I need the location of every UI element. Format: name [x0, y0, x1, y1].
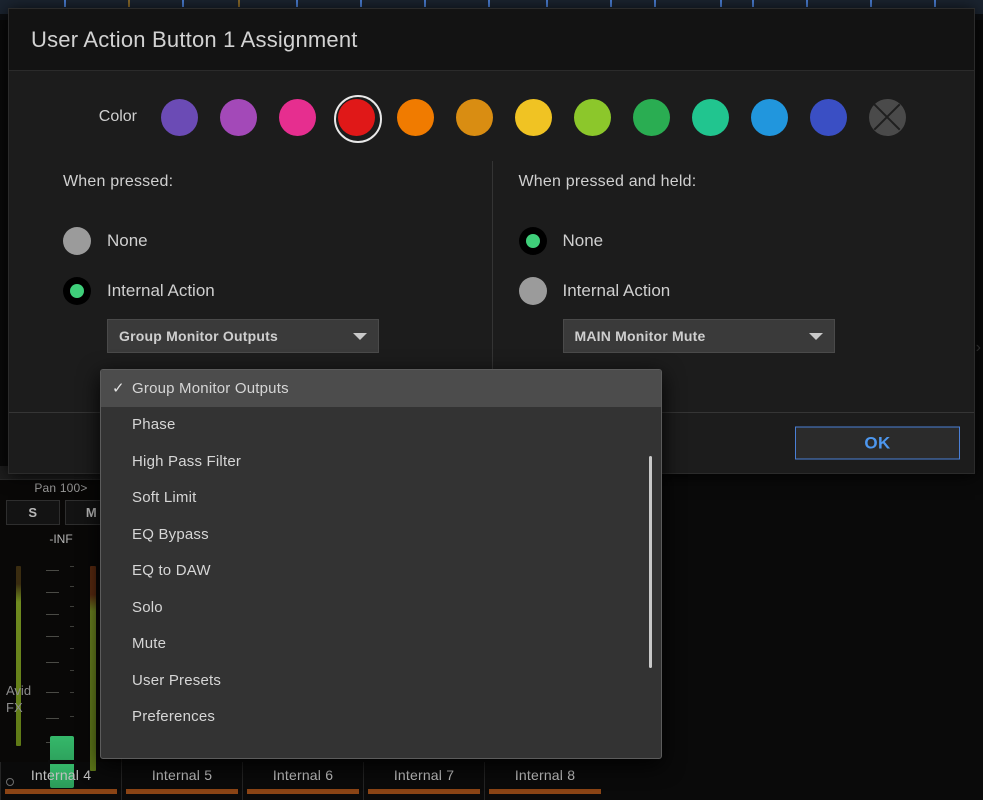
menu-item-eq-to-daw[interactable]: EQ to DAW	[101, 553, 661, 590]
menu-item-label: EQ Bypass	[132, 525, 209, 543]
menu-item-group-monitor-outputs[interactable]: ✓ Group Monitor Outputs	[101, 370, 661, 407]
when-pressed-option-none[interactable]: None	[63, 227, 492, 255]
color-swatch-yellow[interactable]	[511, 95, 555, 139]
color-label: Color	[98, 108, 137, 125]
channel-color-bar	[489, 789, 601, 794]
menu-item-label: Solo	[132, 598, 163, 616]
fader-scale-marks	[46, 566, 76, 756]
dialog-header: User Action Button 1 Assignment	[9, 9, 974, 71]
menu-item-label: EQ to DAW	[132, 562, 211, 580]
channel-meter-right	[90, 566, 96, 771]
channel-name-label: Internal 6	[272, 767, 334, 783]
channel-name-tab[interactable]: Internal 7	[363, 762, 483, 800]
menu-item-preferences[interactable]: Preferences	[101, 699, 661, 736]
menu-item-label: User Presets	[132, 671, 222, 689]
color-swatch-red[interactable]	[334, 95, 382, 143]
channel-name-tab[interactable]: Internal 6	[242, 762, 362, 800]
color-swatch-light-blue[interactable]	[747, 95, 791, 139]
menu-item-label: Phase	[132, 416, 176, 434]
menu-item-label: Preferences	[132, 708, 216, 726]
color-swatch-teal[interactable]	[688, 95, 732, 139]
channel-color-bar	[247, 789, 359, 794]
color-swatch-orange[interactable]	[393, 95, 437, 139]
when-pressed-option-internal-action[interactable]: Internal Action	[63, 277, 492, 305]
dialog-title: User Action Button 1 Assignment	[31, 26, 358, 52]
internal-action-dropdown-menu: ✓ Group Monitor Outputs Phase High Pass …	[100, 369, 662, 759]
radio-label: None	[562, 231, 604, 250]
menu-item-soft-limit[interactable]: Soft Limit	[101, 480, 661, 517]
menu-item-list: ✓ Group Monitor Outputs Phase High Pass …	[101, 370, 661, 753]
radio-indicator[interactable]	[518, 277, 547, 305]
color-swatch-violet[interactable]	[216, 95, 260, 139]
menu-item-user-presets[interactable]: User Presets	[101, 662, 661, 699]
channel-name-tab[interactable]: Internal 5	[121, 762, 241, 800]
menu-item-solo[interactable]: Solo	[101, 589, 661, 626]
color-swatch-list	[157, 95, 909, 143]
dropdown-value: Group Monitor Outputs	[119, 328, 278, 344]
channel-color-bar	[126, 789, 238, 794]
when-pressed-action-dropdown[interactable]: Group Monitor Outputs	[107, 319, 379, 353]
channel-name-row: Internal 4 Internal 5 Internal 6 Interna…	[0, 762, 983, 800]
checkmark-icon: ✓	[112, 380, 125, 398]
app-root: Pan 100> S M -INF Avid FX Internal 4 Int…	[0, 0, 983, 800]
when-pressed-and-held-heading: When pressed and held:	[518, 173, 697, 190]
color-swatch-none[interactable]	[865, 95, 909, 139]
channel-color-bar	[368, 789, 480, 794]
channel-name-label: Internal 4	[30, 767, 92, 783]
menu-item-phase[interactable]: Phase	[101, 407, 661, 444]
channel-name-tab[interactable]: Internal 4	[0, 762, 120, 800]
channel-name-label: Internal 5	[151, 767, 213, 783]
color-swatch-amber[interactable]	[452, 95, 496, 139]
menu-item-mute[interactable]: Mute	[101, 626, 661, 663]
channel-plugin-label: Avid FX	[6, 683, 32, 715]
when-held-action-dropdown[interactable]: MAIN Monitor Mute	[562, 319, 835, 353]
radio-label: Internal Action	[562, 281, 671, 300]
chevron-right-icon[interactable]: ›	[976, 340, 981, 356]
when-pressed-heading: When pressed:	[63, 173, 174, 190]
color-swatch-pink[interactable]	[275, 95, 319, 139]
menu-scrollbar-thumb[interactable]	[649, 456, 652, 668]
dropdown-value: MAIN Monitor Mute	[574, 328, 706, 344]
channel-name-label: Internal 8	[514, 767, 576, 783]
radio-indicator[interactable]	[63, 277, 91, 305]
when-held-option-none[interactable]: None	[518, 227, 975, 255]
menu-item-partially-hidden[interactable]	[101, 735, 661, 753]
color-swatch-purple[interactable]	[157, 95, 201, 139]
color-swatch-green[interactable]	[629, 95, 673, 139]
color-picker-row: Color	[9, 95, 974, 143]
radio-indicator[interactable]	[518, 227, 547, 255]
ok-button[interactable]: OK	[795, 426, 960, 460]
color-swatch-blue[interactable]	[806, 95, 850, 139]
menu-item-label: Soft Limit	[132, 489, 197, 507]
radio-label: Internal Action	[107, 281, 215, 300]
menu-item-label: High Pass Filter	[132, 452, 242, 470]
radio-label: None	[107, 231, 148, 250]
chevron-down-icon	[353, 333, 367, 340]
channel-color-bar	[5, 789, 117, 794]
dialog-body: Color When pressed: None Internal Action…	[9, 71, 974, 412]
channel-meter-left	[16, 566, 21, 746]
menu-item-high-pass-filter[interactable]: High Pass Filter	[101, 443, 661, 480]
color-swatch-lime[interactable]	[570, 95, 614, 139]
chevron-down-icon	[808, 333, 823, 340]
radio-indicator[interactable]	[63, 227, 91, 255]
channel-name-tab[interactable]: Internal 8	[484, 762, 604, 800]
menu-item-label: Mute	[132, 635, 167, 653]
when-held-option-internal-action[interactable]: Internal Action	[518, 277, 975, 305]
solo-button[interactable]: S	[6, 500, 60, 525]
channel-name-label: Internal 7	[393, 767, 455, 783]
menu-item-label: Group Monitor Outputs	[132, 379, 289, 397]
menu-item-eq-bypass[interactable]: EQ Bypass	[101, 516, 661, 553]
